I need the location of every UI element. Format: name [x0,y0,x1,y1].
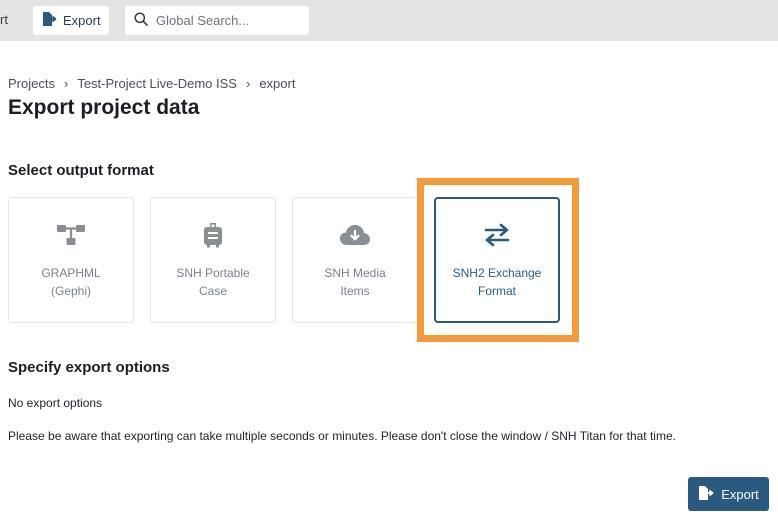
export-button[interactable]: Export [688,477,769,511]
page-title: Export project data [8,96,200,119]
format-label: GRAPHML (Gephi) [41,266,101,298]
format-card-snh-media-items[interactable]: SNH Media Items [292,197,418,323]
top-toolbar: rt Export Global Search... [0,0,778,41]
no-export-options-text: No export options [8,396,103,410]
format-label: SNH Media Items [324,266,386,298]
toolbar-export-label: Export [63,13,101,28]
chevron-right-icon: › [63,76,69,91]
cloud-download-icon [339,222,371,248]
export-button-label: Export [721,486,759,502]
toolbar-export-button[interactable]: Export [33,6,109,35]
breadcrumb: Projects › Test-Project Live-Demo ISS › … [8,76,295,91]
toolbar-item-partial[interactable]: rt [0,12,8,27]
sitemap-icon [56,222,86,248]
section-title-output-format: Select output format [8,162,154,179]
breadcrumb-current: export [259,76,296,91]
format-card-snh-portable-case[interactable]: SNH Portable Case [150,197,276,323]
file-export-icon [42,12,57,29]
search-icon [134,12,148,29]
breadcrumb-project[interactable]: Test-Project Live-Demo ISS [77,76,237,91]
file-export-icon [698,485,714,503]
format-label: SNH Portable Case [176,266,250,298]
suitcase-icon [203,222,223,248]
chevron-right-icon: › [245,76,251,91]
selection-highlight-box [417,178,579,342]
breadcrumb-projects[interactable]: Projects [8,76,55,91]
section-title-export-options: Specify export options [8,359,170,376]
search-placeholder: Global Search... [156,13,250,28]
export-duration-notice: Please be aware that exporting can take … [8,429,676,443]
format-card-graphml[interactable]: GRAPHML (Gephi) [8,197,134,323]
global-search-input[interactable]: Global Search... [125,6,309,35]
